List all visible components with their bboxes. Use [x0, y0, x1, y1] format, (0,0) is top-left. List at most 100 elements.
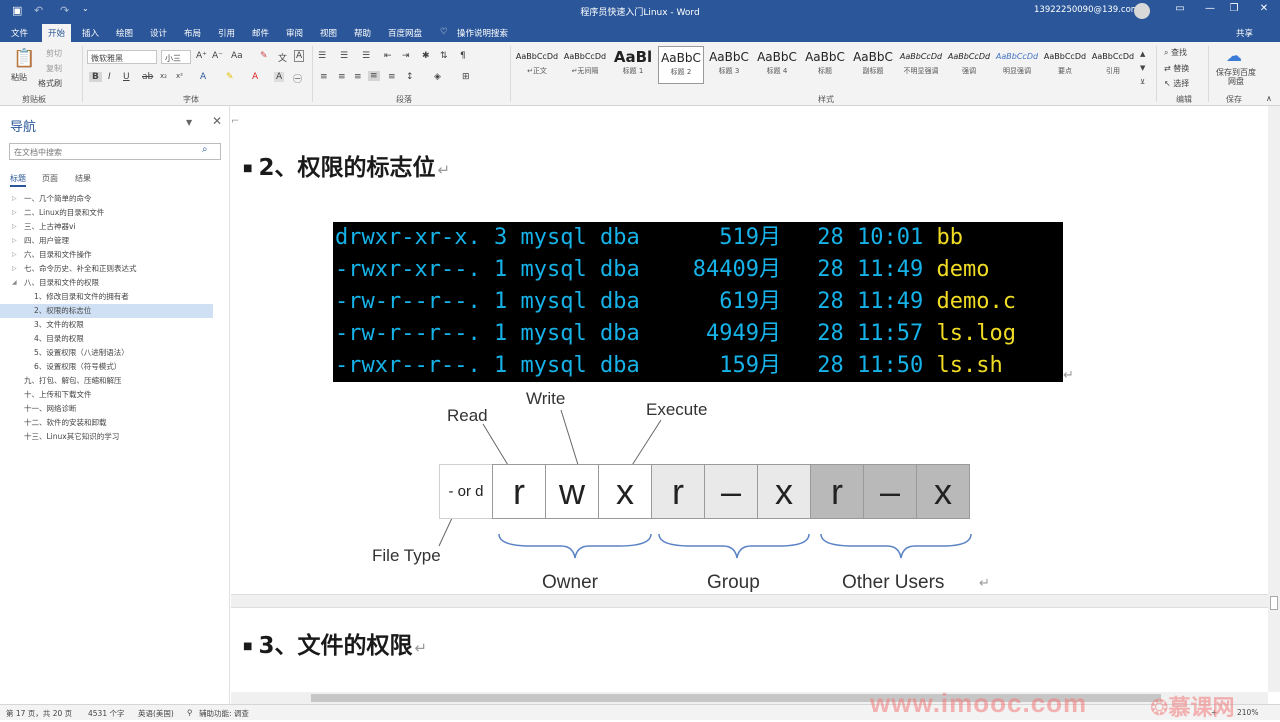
format-painter-button[interactable]: 格式刷: [38, 78, 62, 89]
collapsed-arrow-icon[interactable]: ▷: [12, 192, 17, 206]
restore-icon[interactable]: ❐: [1224, 3, 1244, 14]
tab-home[interactable]: 开始: [42, 24, 72, 42]
char-border-icon[interactable]: A: [294, 50, 305, 62]
nav-heading-item[interactable]: ▷ 七、命令历史、补全和正则表达式: [0, 262, 230, 276]
accessibility-status[interactable]: 辅助功能: 调查: [199, 708, 249, 719]
style-item[interactable]: AaBbCcDd 引用: [1090, 46, 1136, 84]
font-size-box[interactable]: 小三: [161, 50, 191, 64]
cloud-icon[interactable]: ☁: [1226, 46, 1242, 65]
styles-more-icon[interactable]: ⊻: [1140, 78, 1145, 86]
word-count[interactable]: 4531 个字: [88, 708, 124, 719]
nav-close-icon[interactable]: ✕: [212, 114, 222, 128]
paste-button[interactable]: 粘贴: [11, 72, 27, 83]
nav-heading-item[interactable]: 十一、网络诊断: [0, 402, 230, 416]
nav-tab-pages[interactable]: 页面: [42, 173, 58, 184]
tab-mailings[interactable]: 邮件: [252, 27, 269, 39]
nav-heading-item[interactable]: ▷ 六、目录和文件操作: [0, 248, 230, 262]
vertical-scrollbar[interactable]: [1268, 106, 1280, 692]
lightbulb-icon[interactable]: ♡: [440, 27, 448, 37]
nav-tab-headings[interactable]: 标题: [10, 173, 26, 187]
nav-heading-item[interactable]: ◢ 八、目录和文件的权限: [0, 276, 230, 290]
subscript-icon[interactable]: x₂: [160, 72, 167, 80]
nav-heading-item[interactable]: 2、权限的标志位: [0, 304, 213, 318]
collapsed-arrow-icon[interactable]: ▷: [12, 234, 17, 248]
find-button[interactable]: ⌕ 查找: [1164, 47, 1187, 58]
numbering-icon[interactable]: ☰: [340, 51, 348, 61]
nav-heading-item[interactable]: 6、设置权限（符号模式）: [0, 360, 230, 374]
style-item[interactable]: AaBbC 标题 3: [706, 46, 752, 84]
nav-heading-item[interactable]: 3、文件的权限: [0, 318, 230, 332]
style-item[interactable]: AaBbCcDd 不明显强调: [898, 46, 944, 84]
chinese-layout-icon[interactable]: ✱: [422, 51, 430, 61]
distributed-icon[interactable]: ≡: [388, 72, 396, 82]
sort-icon[interactable]: ⇅: [440, 51, 448, 61]
char-shading-icon[interactable]: A: [274, 72, 285, 82]
justify-icon[interactable]: ≡: [368, 71, 380, 81]
style-item[interactable]: AaBbCcDd ↵无间隔: [562, 46, 608, 84]
nav-heading-item[interactable]: ▷ 二、Linux的目录和文件: [0, 206, 230, 220]
style-item[interactable]: AaBbC 副标题: [850, 46, 896, 84]
scroll-thumb[interactable]: [1270, 596, 1278, 610]
cut-button[interactable]: 剪切: [46, 48, 62, 59]
align-left-icon[interactable]: ≡: [320, 72, 328, 82]
tab-draw[interactable]: 绘图: [116, 27, 133, 39]
decrease-indent-icon[interactable]: ⇤: [384, 51, 392, 61]
font-color-icon[interactable]: A: [252, 72, 258, 82]
borders-icon[interactable]: ⊞: [462, 72, 470, 82]
tab-help[interactable]: 帮助: [354, 27, 371, 39]
align-right-icon[interactable]: ≡: [354, 72, 362, 82]
style-item[interactable]: AaBbCcDd 要点: [1042, 46, 1088, 84]
style-item[interactable]: AaBbC 标题: [802, 46, 848, 84]
select-button[interactable]: ↖ 选择: [1164, 78, 1189, 89]
nav-heading-item[interactable]: 九、打包、解包、压缩和解压: [0, 374, 230, 388]
tell-me-search[interactable]: 操作说明搜索: [457, 27, 508, 39]
collapsed-arrow-icon[interactable]: ▷: [12, 248, 17, 262]
style-item[interactable]: AaBbCcDd 明显强调: [994, 46, 1040, 84]
font-name-box[interactable]: 微软雅黑: [87, 50, 157, 64]
minimize-icon[interactable]: —: [1200, 3, 1220, 14]
strikethrough-icon[interactable]: ab: [142, 72, 153, 82]
page-count[interactable]: 第 17 页，共 20 页: [6, 708, 72, 719]
enclose-char-icon[interactable]: ㊀: [293, 72, 302, 85]
nav-tab-results[interactable]: 结果: [75, 173, 91, 184]
increase-indent-icon[interactable]: ⇥: [402, 51, 410, 61]
nav-search-input[interactable]: 在文档中搜索: [9, 143, 221, 160]
bold-icon[interactable]: B: [89, 72, 102, 82]
avatar[interactable]: [1134, 3, 1150, 19]
collapsed-arrow-icon[interactable]: ▷: [12, 220, 17, 234]
zoom-level[interactable]: 210%: [1237, 708, 1258, 717]
share-button[interactable]: 共享: [1236, 27, 1253, 39]
tab-baidu[interactable]: 百度网盘: [388, 27, 422, 39]
styles-scroll-down-icon[interactable]: ▼: [1140, 64, 1145, 72]
phonetic-icon[interactable]: 文: [278, 51, 287, 64]
horizontal-scrollbar[interactable]: [231, 692, 1268, 704]
nav-heading-item[interactable]: ▷ 三、上古神器vi: [0, 220, 230, 234]
styles-scroll-up-icon[interactable]: ▲: [1140, 50, 1145, 58]
highlight-icon[interactable]: ✎: [226, 72, 234, 82]
tab-review[interactable]: 审阅: [286, 27, 303, 39]
collapsed-arrow-icon[interactable]: ▷: [12, 262, 17, 276]
nav-heading-item[interactable]: 4、目录的权限: [0, 332, 230, 346]
nav-heading-item[interactable]: ▷ 四、用户管理: [0, 234, 230, 248]
tab-references[interactable]: 引用: [218, 27, 235, 39]
style-item[interactable]: AaBbCcDd ↵正文: [514, 46, 560, 84]
tab-file[interactable]: 文件: [11, 27, 28, 39]
style-item[interactable]: AaBbCcDd 强调: [946, 46, 992, 84]
paste-icon[interactable]: 📋: [13, 48, 35, 69]
style-item[interactable]: AaBl 标题 1: [610, 46, 656, 84]
tab-design[interactable]: 设计: [150, 27, 167, 39]
clear-format-icon[interactable]: ✎: [260, 51, 268, 61]
tab-layout[interactable]: 布局: [184, 27, 201, 39]
expanded-arrow-icon[interactable]: ◢: [12, 276, 17, 290]
underline-icon[interactable]: U: [123, 72, 130, 82]
text-effects-icon[interactable]: A: [200, 72, 206, 82]
ribbon-display-icon[interactable]: ▭: [1170, 3, 1190, 14]
collapse-ribbon-icon[interactable]: ∧: [1266, 94, 1272, 103]
language[interactable]: 英语(美国): [138, 708, 174, 719]
italic-icon[interactable]: I: [108, 72, 111, 82]
grow-font-icon[interactable]: A⁺: [196, 51, 207, 61]
multilevel-list-icon[interactable]: ☰: [362, 51, 370, 61]
nav-heading-item[interactable]: 十三、Linux其它知识的学习: [0, 430, 230, 444]
bullets-icon[interactable]: ☰: [318, 51, 326, 61]
align-center-icon[interactable]: ≡: [338, 72, 346, 82]
